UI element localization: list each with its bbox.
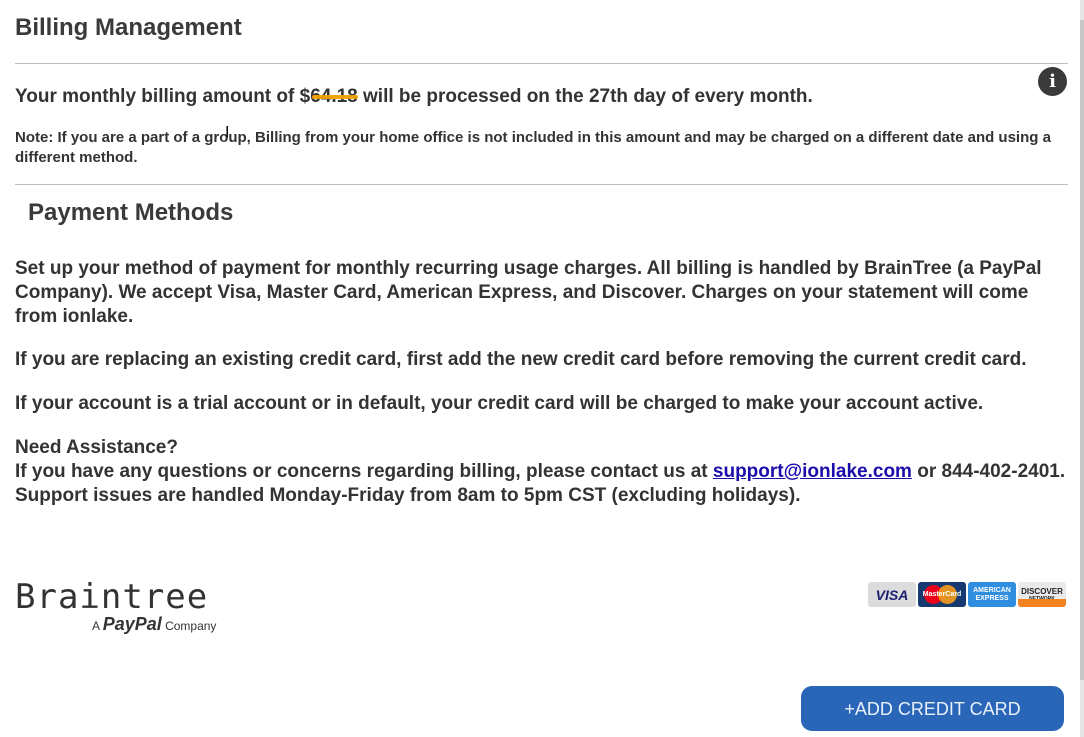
add-credit-card-button[interactable]: +ADD CREDIT CARD — [801, 686, 1064, 731]
billing-amount-line: Your monthly billing amount of $64.18 wi… — [15, 86, 813, 108]
amex-card-icon: AMERICAN EXPRESS — [968, 582, 1016, 607]
billing-prefix: Your monthly billing amount of — [15, 86, 300, 107]
paypal-wordmark: PayPal — [102, 614, 162, 634]
info-icon[interactable]: i — [1038, 67, 1067, 96]
payment-methods-title: Payment Methods — [28, 199, 234, 226]
divider — [15, 184, 1068, 185]
payment-intro: Set up your method of payment for monthl… — [15, 258, 1042, 327]
support-email-link[interactable]: support@ionlake.com — [713, 461, 912, 482]
divider — [15, 63, 1068, 64]
paypal-company-tagline: A PayPal Company — [92, 614, 216, 635]
replace-card-note: If you are replacing an existing credit … — [15, 349, 1027, 370]
scrollbar[interactable] — [1080, 0, 1084, 737]
billing-note: Note: If you are a part of a group, Bill… — [15, 129, 1051, 166]
support-hours: Support issues are handled Monday-Friday… — [15, 485, 801, 506]
billing-page: Billing Management i Your monthly billin… — [0, 0, 1080, 737]
text-cursor-icon: I — [225, 124, 230, 141]
mastercard-card-icon: MasterCard — [918, 582, 966, 607]
discover-card-icon: DISCOVER NETWORK — [1018, 582, 1066, 607]
billing-amount: $64.18 — [299, 86, 358, 107]
discover-sub-label: NETWORK — [1029, 596, 1055, 602]
billing-suffix: will be processed on the 27th day of eve… — [357, 86, 813, 107]
discover-label: DISCOVER — [1021, 587, 1063, 596]
trial-account-note: If your account is a trial account or in… — [15, 393, 984, 414]
braintree-wordmark: Braintree — [15, 577, 209, 617]
assistance-block: Need Assistance? If you have any questio… — [15, 436, 1070, 508]
braintree-logo: Braintree A PayPal Company — [15, 577, 216, 634]
page-title: Billing Management — [15, 14, 242, 41]
mastercard-label: MasterCard — [922, 591, 962, 598]
accepted-cards: VISA MasterCard AMERICAN EXPRESS DISCOVE… — [868, 582, 1066, 607]
support-phone: or 844-402-2401. — [911, 461, 1066, 482]
tagline-a: A — [92, 619, 100, 633]
scrollbar-thumb[interactable] — [1080, 20, 1084, 680]
visa-card-icon: VISA — [868, 582, 916, 607]
assistance-contact: If you have any questions or concerns re… — [15, 460, 1070, 484]
assistance-heading: Need Assistance? — [15, 437, 178, 458]
assistance-prefix: If you have any questions or concerns re… — [15, 461, 713, 482]
tagline-company: Company — [165, 619, 217, 633]
